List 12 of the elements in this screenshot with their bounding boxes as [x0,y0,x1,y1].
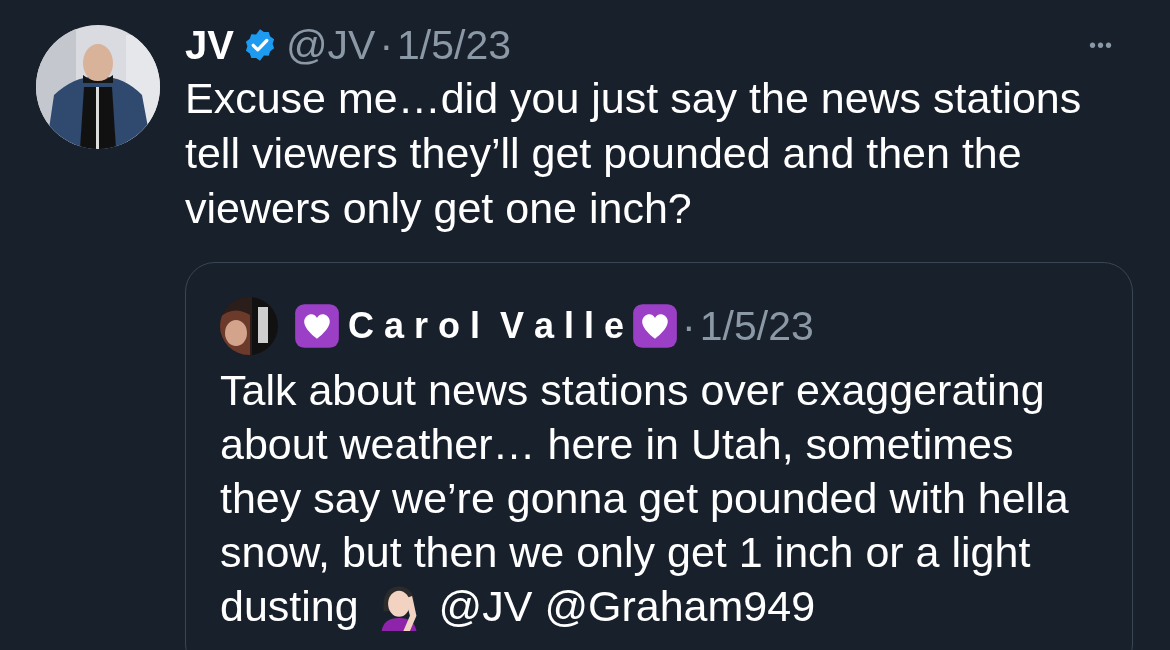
more-options-button[interactable]: ••• [1089,33,1113,57]
user-name[interactable]: JV [185,22,234,68]
user-handle[interactable]: @JV [285,21,376,69]
post-text: Excuse me…did you just say the news stations tell viewers they’ll get pounded and then the viewers only get one inch? [185,73,1083,234]
post-date[interactable]: 1/5/23 [397,21,512,69]
mention-link[interactable]: @Graham949 [544,582,816,630]
quoted-post-date[interactable]: 1/5/23 [699,302,814,350]
quoted-user-name[interactable]: C a r o l V a l l e [348,305,625,347]
mention-link[interactable]: @JV [438,582,533,630]
separator-dot: · [379,21,394,69]
quoted-post-text: Talk about news stations over exaggerating about weather… here in Utah, sometimes they say we’re gonna get pounded with hella snow, but then we only get 1 inch or a light dusting @JV @Graham949 [220,365,1070,633]
separator-dot: · [682,302,696,350]
